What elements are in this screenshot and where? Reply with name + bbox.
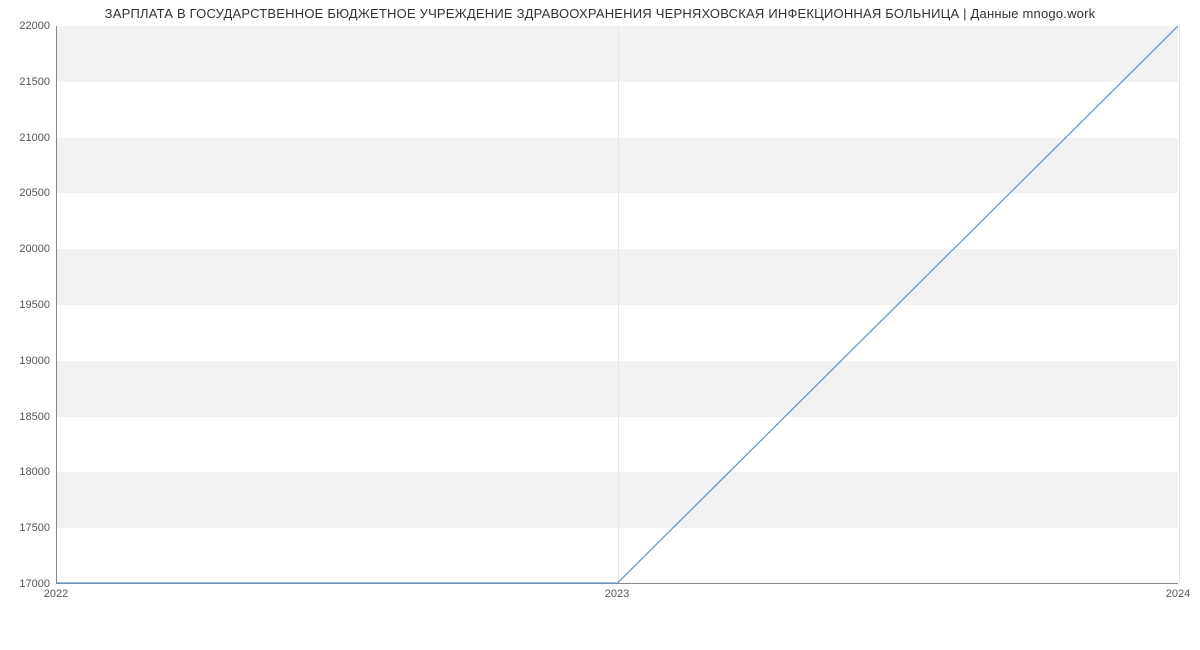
ytick-label: 20000 <box>6 243 50 255</box>
ytick-label: 19500 <box>6 299 50 311</box>
xtick-label: 2024 <box>1166 588 1190 600</box>
vgridline <box>1179 26 1180 583</box>
plot-area <box>56 26 1178 584</box>
line-layer <box>57 26 1178 583</box>
ytick-label: 21000 <box>6 132 50 144</box>
xtick-label: 2023 <box>605 588 629 600</box>
ytick-label: 18500 <box>6 411 50 423</box>
ytick-label: 17500 <box>6 522 50 534</box>
ytick-label: 19000 <box>6 355 50 367</box>
chart-title: ЗАРПЛАТА В ГОСУДАРСТВЕННОЕ БЮДЖЕТНОЕ УЧР… <box>0 6 1200 21</box>
ytick-label: 18000 <box>6 466 50 478</box>
salary-line <box>57 26 1178 583</box>
xtick-label: 2022 <box>44 588 68 600</box>
ytick-label: 20500 <box>6 187 50 199</box>
ytick-label: 22000 <box>6 20 50 32</box>
ytick-label: 21500 <box>6 76 50 88</box>
